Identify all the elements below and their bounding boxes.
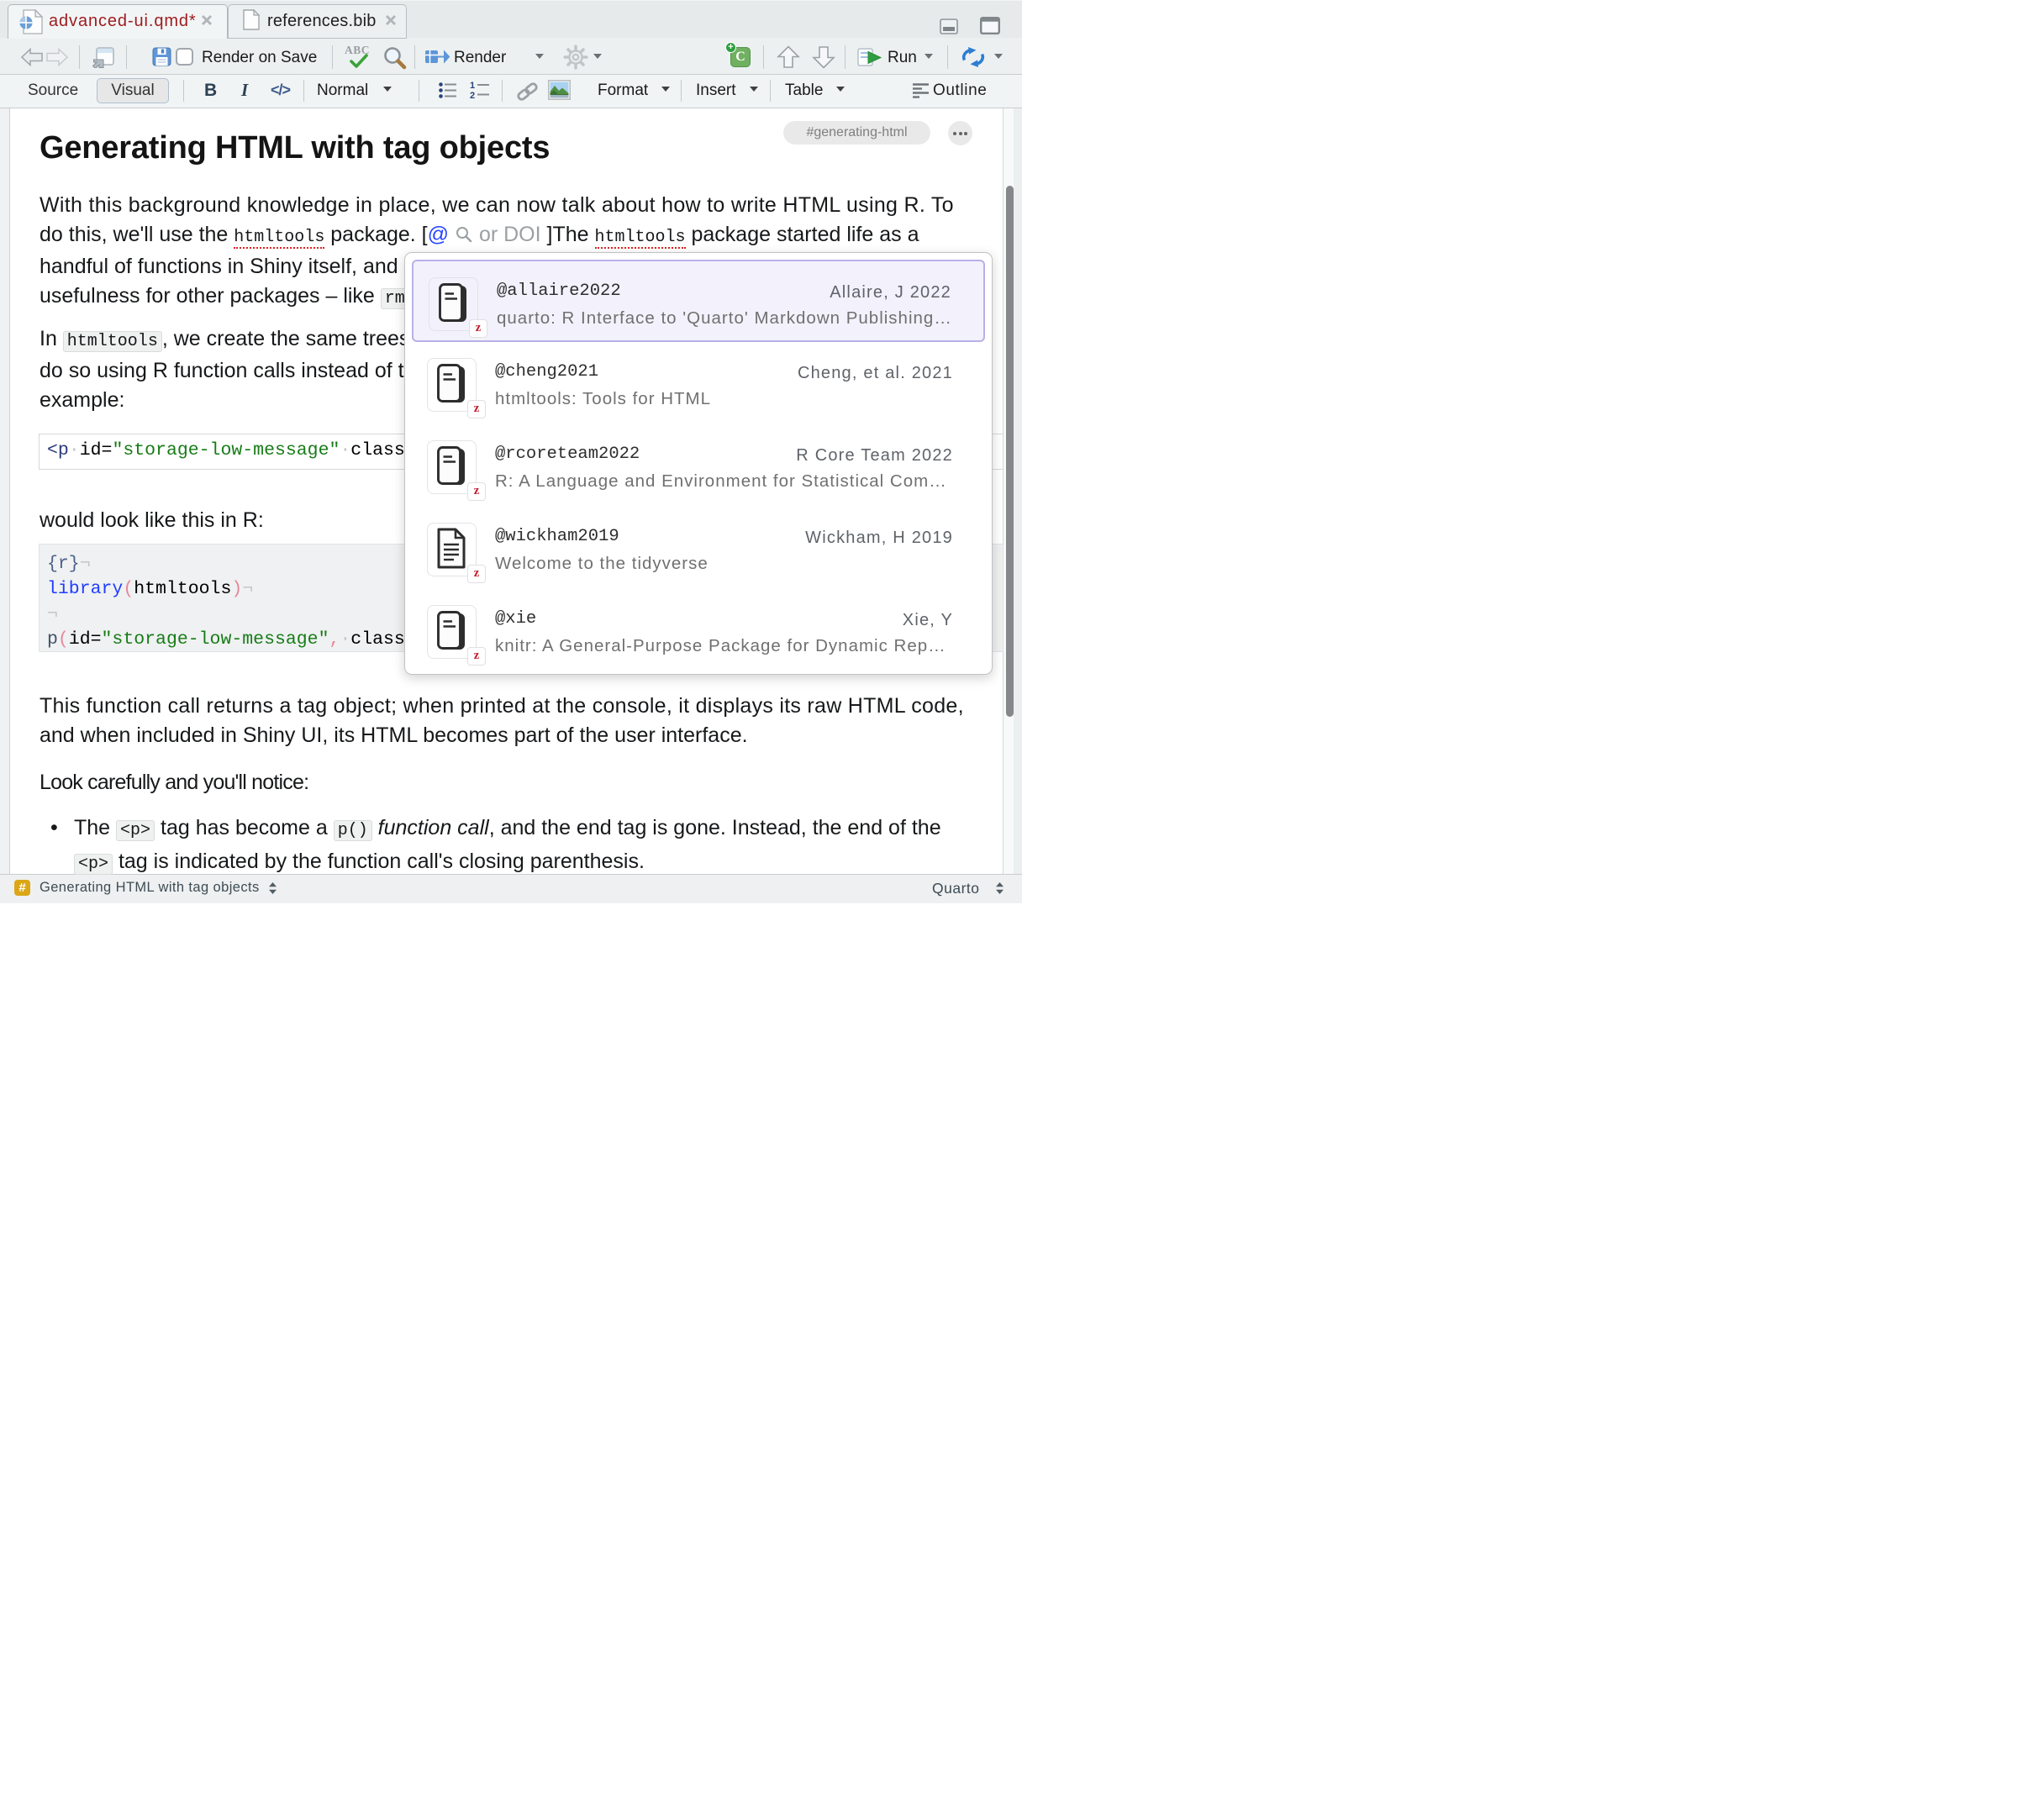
svg-text:2: 2 — [470, 91, 475, 99]
svg-text:1: 1 — [470, 81, 475, 91]
